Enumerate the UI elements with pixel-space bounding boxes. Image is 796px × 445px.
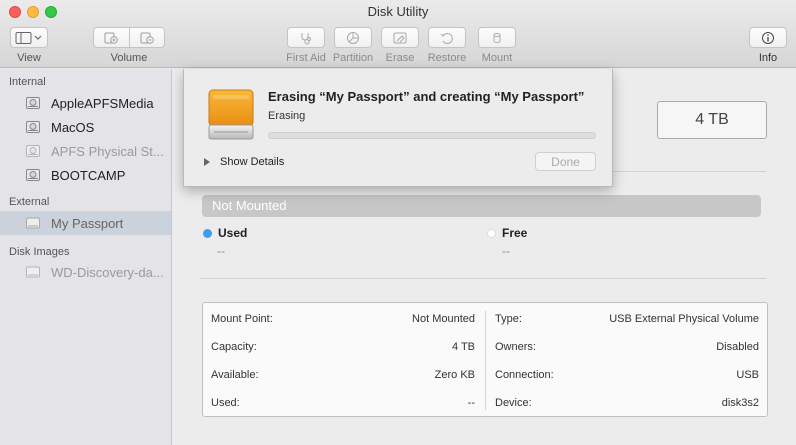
sidebar: Internal AppleAPFSMedia MacOS APFS Physi…	[0, 69, 172, 445]
pie-partition-icon	[347, 31, 359, 44]
capacity-box: 4 TB	[657, 101, 767, 139]
used-color-swatch	[203, 228, 212, 238]
info-key: Mount Point:	[211, 313, 273, 325]
sidebar-item-bootcamp[interactable]: BOOTCAMP	[0, 163, 171, 187]
sidebar-item-label: BOOTCAMP	[51, 167, 126, 183]
erase-label: Erase	[385, 52, 415, 64]
free-value: --	[502, 244, 510, 258]
show-details-label: Show Details	[220, 156, 285, 168]
info-value: USB External Physical Volume	[609, 313, 759, 325]
info-key: Capacity:	[211, 341, 257, 353]
sidebar-item-macos[interactable]: MacOS	[0, 115, 171, 139]
info-row-owners: Owners: Disabled	[495, 341, 759, 353]
view-label: View	[17, 52, 41, 64]
mount-button[interactable]	[478, 27, 516, 48]
internal-disk-icon	[26, 97, 40, 109]
info-key: Type:	[495, 313, 522, 325]
info-row-available: Available: Zero KB	[211, 369, 475, 381]
info-value: disk3s2	[721, 397, 759, 409]
info-key: Available:	[211, 369, 259, 381]
sidebar-section-external: External	[9, 196, 50, 208]
partition-label: Partition	[332, 52, 374, 64]
external-disk-icon	[26, 217, 40, 229]
info-row-used: Used: --	[211, 397, 475, 409]
info-value: Not Mounted	[412, 313, 475, 325]
sidebar-section-disk-images: Disk Images	[9, 246, 70, 258]
partition-button[interactable]	[334, 27, 372, 48]
free-legend: Free	[487, 226, 527, 240]
sidebar-item-label: APFS Physical St...	[51, 143, 164, 159]
sheet-status: Erasing	[268, 110, 306, 122]
restore-arrow-icon	[440, 32, 453, 44]
free-color-swatch	[487, 228, 496, 238]
info-key: Used:	[211, 397, 240, 409]
disk-image-icon	[26, 266, 40, 278]
info-row-type: Type: USB External Physical Volume	[495, 313, 759, 325]
erase-progress-sheet: Erasing “My Passport” and creating “My P…	[183, 69, 613, 187]
sidebar-section-internal: Internal	[9, 76, 46, 88]
mount-disk-icon	[493, 32, 501, 43]
volume-label: Volume	[110, 52, 148, 64]
info-button[interactable]	[749, 27, 787, 48]
divider	[200, 278, 766, 279]
stethoscope-icon	[301, 32, 311, 44]
usage-bar: Not Mounted	[202, 195, 761, 217]
info-row-connection: Connection: USB	[495, 369, 759, 381]
info-key: Owners:	[495, 341, 536, 353]
restore-button[interactable]	[428, 27, 466, 48]
internal-disk-icon	[26, 169, 40, 181]
sidebar-item-apfs-physical-store[interactable]: APFS Physical St...	[0, 139, 171, 163]
remove-volume-button[interactable]	[128, 28, 165, 47]
remove-volume-icon	[140, 32, 154, 44]
info-label: Info	[758, 52, 778, 64]
info-icon	[762, 31, 774, 44]
internal-disk-icon	[26, 145, 40, 157]
sidebar-item-wd-discovery[interactable]: WD-Discovery-da...	[0, 260, 171, 284]
sheet-title: Erasing “My Passport” and creating “My P…	[268, 89, 585, 104]
erase-progress-bar	[268, 132, 596, 139]
done-button[interactable]: Done	[535, 152, 596, 171]
info-row-capacity: Capacity: 4 TB	[211, 341, 475, 353]
info-row-device: Device: disk3s2	[495, 397, 759, 409]
used-legend-label: Used	[218, 226, 248, 240]
title-bar: Disk Utility View Volume First Aid Parti…	[0, 0, 796, 68]
volume-segmented-control	[93, 27, 165, 48]
info-value: 4 TB	[451, 341, 475, 353]
used-value: --	[217, 244, 225, 258]
info-key: Device:	[495, 397, 532, 409]
add-volume-button[interactable]	[94, 28, 129, 47]
sidebar-item-my-passport[interactable]: My Passport	[0, 211, 171, 235]
restore-label: Restore	[427, 52, 467, 64]
sidebar-toggle-icon	[15, 31, 42, 44]
disclosure-triangle-icon	[204, 158, 210, 166]
first-aid-button[interactable]	[287, 27, 325, 48]
sidebar-item-appleapfsmedia[interactable]: AppleAPFSMedia	[0, 91, 171, 115]
external-drive-icon	[208, 89, 254, 140]
sidebar-item-label: WD-Discovery-da...	[51, 264, 164, 280]
internal-disk-icon	[26, 121, 40, 133]
window-title: Disk Utility	[367, 4, 429, 19]
sidebar-item-label: MacOS	[51, 119, 95, 135]
add-volume-icon	[104, 32, 119, 44]
info-value: USB	[736, 369, 759, 381]
first-aid-label: First Aid	[286, 52, 326, 64]
used-legend: Used	[203, 226, 247, 240]
column-divider	[485, 311, 486, 410]
info-value: Zero KB	[434, 369, 475, 381]
info-value: --	[467, 397, 475, 409]
mount-label: Mount	[481, 52, 513, 64]
info-row-mount-point: Mount Point: Not Mounted	[211, 313, 475, 325]
view-button[interactable]	[10, 27, 48, 48]
info-key: Connection:	[495, 369, 554, 381]
eraser-icon	[393, 32, 407, 43]
free-legend-label: Free	[502, 226, 528, 240]
info-table: Mount Point: Not Mounted Capacity: 4 TB …	[202, 302, 768, 417]
info-value: Disabled	[716, 341, 759, 353]
show-details-toggle[interactable]: Show Details	[204, 156, 284, 168]
sidebar-item-label: AppleAPFSMedia	[51, 95, 154, 111]
sidebar-item-label: My Passport	[51, 215, 124, 231]
erase-button[interactable]	[381, 27, 419, 48]
